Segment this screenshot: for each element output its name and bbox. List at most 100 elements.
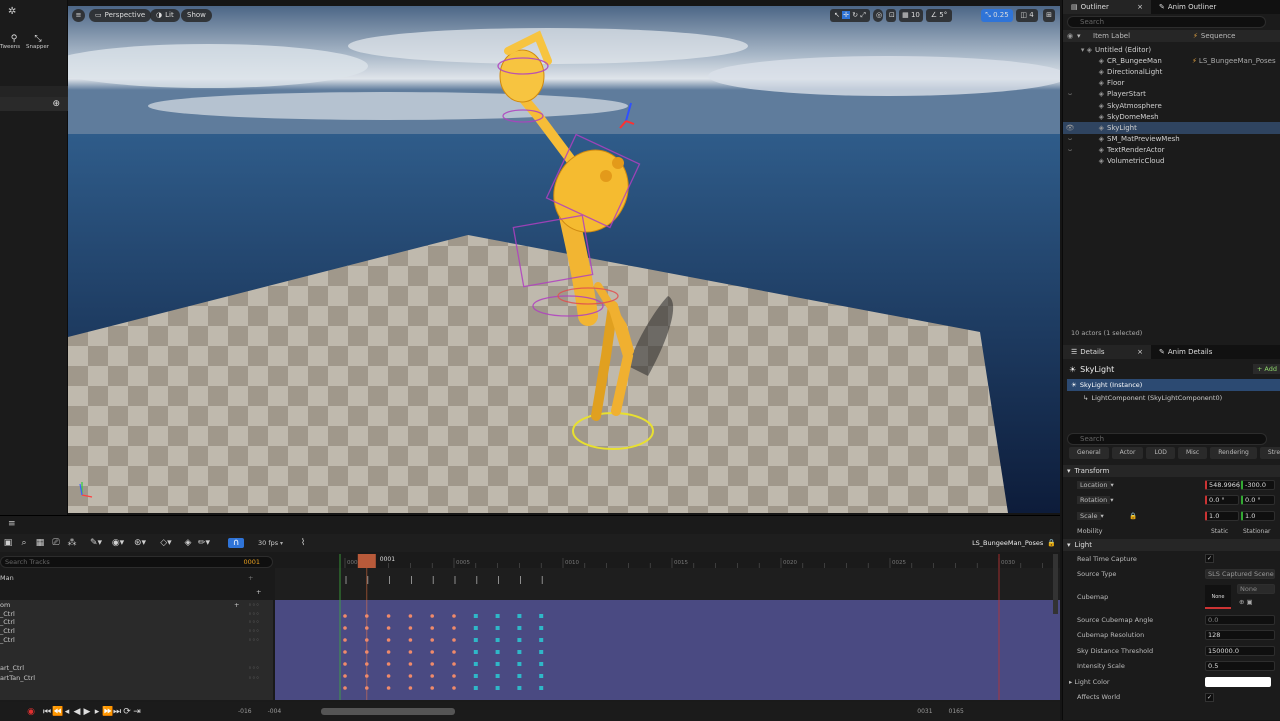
intensity-scale-field[interactable]: 0.5: [1205, 661, 1275, 672]
filter-general-button[interactable]: General: [1069, 447, 1109, 459]
component-row[interactable]: ↳ LightComponent (SkyLightComponent0): [1063, 391, 1280, 405]
scale-x-field[interactable]: 1.0: [1205, 510, 1239, 521]
filter-actor-button[interactable]: Actor: [1111, 447, 1144, 459]
lock-icon[interactable]: 🔒: [1047, 539, 1056, 547]
source-type-dropdown[interactable]: SLS Captured Scene: [1205, 569, 1275, 580]
tab-details[interactable]: ☰ Details ×: [1063, 345, 1151, 359]
outliner-row[interactable]: ◈ SkyAtmosphere: [1063, 100, 1280, 111]
scale-icon[interactable]: ⤢: [860, 11, 866, 19]
cubemap-thumbnail[interactable]: None: [1205, 585, 1231, 609]
close-icon[interactable]: ×: [1137, 345, 1143, 359]
browse-icon[interactable]: ⊕ ▣: [1239, 598, 1253, 606]
transform-category[interactable]: ▾ Transform: [1063, 465, 1280, 477]
play-icon[interactable]: ▶: [82, 707, 92, 717]
left-panel-row[interactable]: ⊕: [0, 97, 68, 111]
outliner-row[interactable]: ⌣ ◈ SM_MatPreviewMesh: [1063, 134, 1280, 145]
outliner-row[interactable]: ▾ ◈ Untitled (Editor): [1063, 44, 1280, 55]
instance-row[interactable]: ☀ SkyLight (Instance): [1067, 379, 1280, 391]
rotation-snap-button[interactable]: ∠ 5°: [926, 9, 952, 22]
camera-speed-button[interactable]: ◫ 4: [1016, 9, 1038, 22]
next-frame-icon[interactable]: ▸: [92, 707, 102, 717]
track-label[interactable]: art_Ctrl: [0, 664, 24, 674]
outliner-row[interactable]: ◈ CR_BungeeMan ⚡ LS_BungeeMan_Poses: [1063, 55, 1280, 66]
select-icon[interactable]: ↖: [834, 11, 840, 19]
outliner-row[interactable]: ◈ SkyDomeMesh: [1063, 111, 1280, 122]
location-label[interactable]: Location: [1077, 480, 1111, 489]
add-component-button[interactable]: + Add: [1252, 364, 1280, 374]
grid-snap-button[interactable]: ▦ 10: [899, 9, 923, 22]
filter-streaming-button[interactable]: Streaming: [1259, 447, 1280, 459]
timeline-scrollbar[interactable]: [321, 708, 456, 715]
location-x-field[interactable]: 548.9966: [1205, 479, 1240, 490]
jump-start-icon[interactable]: ⏮: [42, 707, 52, 717]
lit-mode-button[interactable]: ◑ Lit: [150, 9, 180, 22]
world-space-icon[interactable]: ◎: [873, 9, 883, 22]
outliner-row[interactable]: 👁 ◈ SkyLight: [1063, 122, 1280, 134]
mobility-static-button[interactable]: Static: [1211, 528, 1228, 535]
maximize-icon[interactable]: ⊞: [1043, 9, 1055, 22]
play-reverse-icon[interactable]: ◀: [72, 707, 82, 717]
lock-icon[interactable]: 🔒: [1129, 512, 1137, 520]
move-icon[interactable]: ✛: [842, 11, 851, 19]
surface-snap-icon[interactable]: ⊡: [886, 9, 896, 22]
filter-lod-button[interactable]: LOD: [1146, 447, 1175, 459]
scale-y-field[interactable]: 1.0: [1241, 510, 1275, 521]
cubemap-resolution-field[interactable]: 128: [1205, 630, 1275, 641]
tab-outliner[interactable]: ▤ Outliner ×: [1063, 0, 1151, 14]
location-y-field[interactable]: -300.0: [1241, 479, 1275, 490]
prev-frame-icon[interactable]: ◂: [62, 707, 72, 717]
rotate-icon[interactable]: ↻: [852, 11, 858, 19]
key-nav-icon[interactable]: ◦◦◦: [248, 664, 260, 674]
rotation-y-field[interactable]: 0.0 °: [1241, 495, 1275, 506]
range-end-view[interactable]: 0031: [917, 708, 932, 715]
track-label[interactable]: Man: [0, 574, 14, 584]
tab-anim-details[interactable]: ✎ Anim Details: [1151, 345, 1220, 359]
source-cubemap-angle-field[interactable]: 0.0: [1205, 614, 1275, 625]
end-marker-icon[interactable]: ⇥: [132, 707, 142, 717]
curve-editor-icon[interactable]: ⌇: [295, 538, 311, 548]
tab-anim-outliner[interactable]: ✎ Anim Outliner: [1151, 0, 1224, 14]
sort-icon[interactable]: ▾: [1077, 32, 1093, 40]
loop-icon[interactable]: ⟳: [122, 707, 132, 717]
scale-label[interactable]: Scale: [1077, 511, 1101, 520]
filter-misc-button[interactable]: Misc: [1177, 447, 1208, 459]
range-end[interactable]: 0165: [949, 708, 964, 715]
real-time-capture-checkbox[interactable]: ✓: [1205, 554, 1214, 564]
level-viewport[interactable]: ≡ ▭ Perspective ◑ Lit Show ↖ ✛ ↻ ⤢ ◎ ⊡ ▦…: [68, 6, 1060, 513]
view-mode-button[interactable]: ▭ Perspective: [89, 9, 152, 22]
add-circle-icon[interactable]: ⊕: [52, 99, 60, 109]
outliner-search[interactable]: Search: [1067, 16, 1266, 28]
record-icon[interactable]: ◉: [26, 707, 36, 717]
add-track-icon[interactable]: +: [234, 601, 239, 611]
outliner-row[interactable]: ⌣ ◈ TextRenderActor: [1063, 145, 1280, 156]
outliner-row[interactable]: ◈ VolumetricCloud: [1063, 156, 1280, 167]
close-icon[interactable]: ×: [1137, 0, 1143, 14]
outliner-row[interactable]: ◈ Floor: [1063, 78, 1280, 89]
show-button[interactable]: Show: [181, 9, 212, 22]
outliner-row[interactable]: ◈ DirectionalLight: [1063, 66, 1280, 77]
light-category[interactable]: ▾ Light: [1063, 539, 1280, 551]
details-search[interactable]: Search: [1067, 433, 1267, 445]
track-label[interactable]: artTan_Ctrl: [0, 674, 35, 684]
sky-distance-threshold-field[interactable]: 150000.0: [1205, 645, 1275, 656]
visibility-toggle-icon[interactable]: 👁: [1063, 124, 1077, 132]
outliner-row[interactable]: ⌣ ◈ PlayerStart: [1063, 89, 1280, 100]
affects-world-checkbox[interactable]: ✓: [1205, 692, 1214, 702]
transform-tools[interactable]: ↖ ✛ ↻ ⤢: [830, 9, 870, 22]
rotation-label[interactable]: Rotation: [1077, 496, 1111, 505]
cubemap-asset-dropdown[interactable]: None: [1237, 584, 1275, 594]
prev-key-icon[interactable]: ⏪: [52, 707, 63, 717]
key-nav-icon[interactable]: ◦◦◦: [248, 674, 260, 684]
viewport-menu-icon[interactable]: ≡: [72, 9, 85, 22]
timeline-area[interactable]: 0000 0005 0010 0015 0020 0025 0030 0001: [275, 554, 1060, 700]
snapper-icon[interactable]: ⤡: [30, 34, 46, 44]
add-track-icon[interactable]: +: [248, 574, 253, 584]
item-label-header[interactable]: Item Label: [1093, 32, 1193, 40]
range-start-view[interactable]: -004: [268, 708, 282, 715]
jump-end-icon[interactable]: ⏭: [112, 707, 122, 717]
sequence-header[interactable]: Sequence: [1201, 32, 1236, 40]
visibility-toggle-icon[interactable]: ⌣: [1063, 135, 1077, 144]
light-color-swatch[interactable]: [1205, 677, 1271, 687]
visibility-toggle-icon[interactable]: ⌣: [1063, 90, 1077, 99]
next-key-icon[interactable]: ⏩: [102, 707, 113, 717]
